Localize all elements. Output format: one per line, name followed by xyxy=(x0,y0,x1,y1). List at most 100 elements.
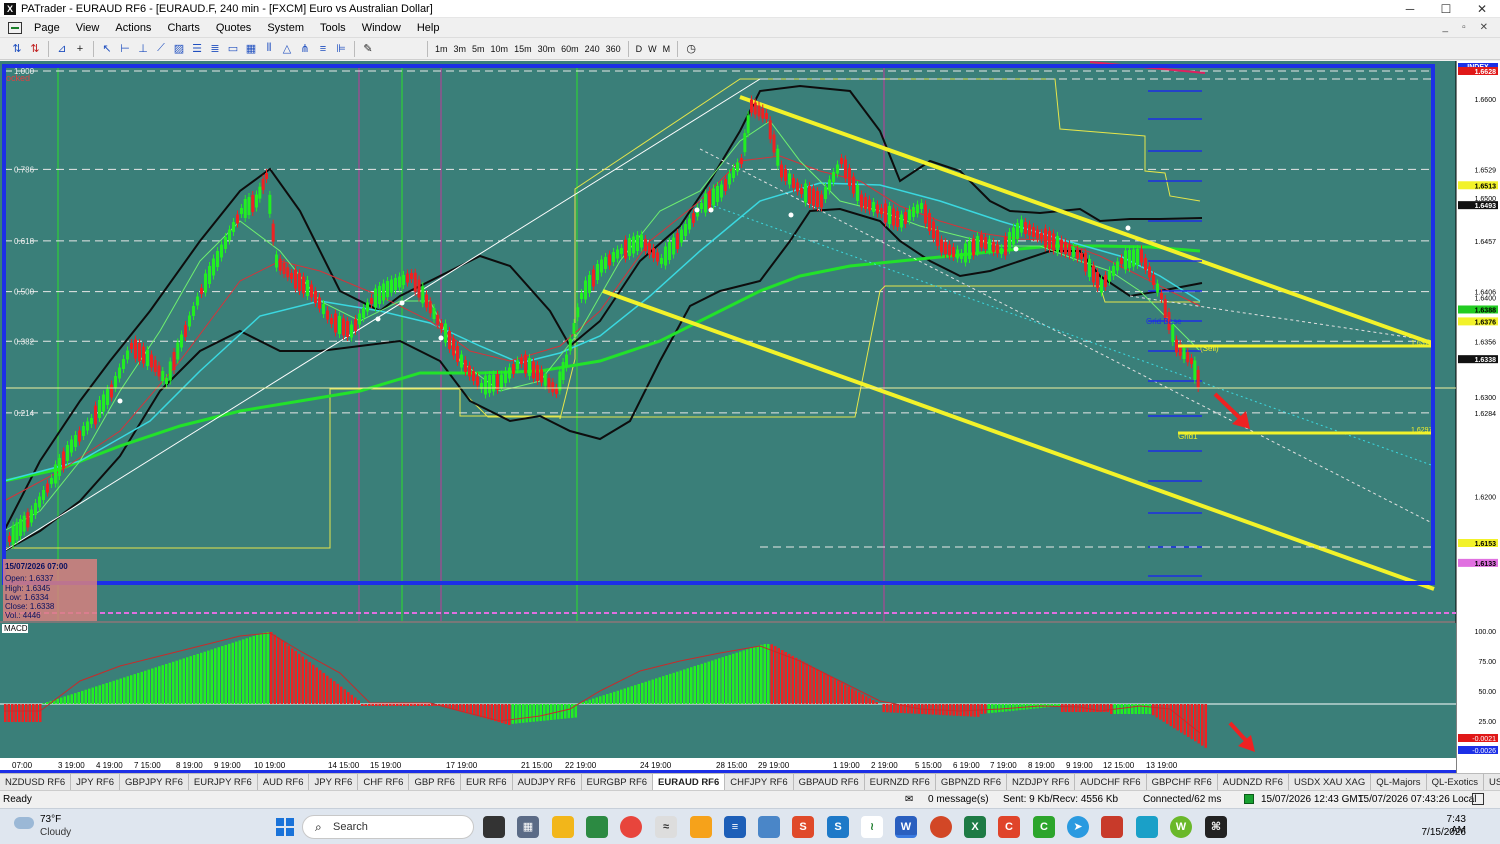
menu-view[interactable]: View xyxy=(68,22,108,34)
chart-tab[interactable]: JPY RF6 xyxy=(309,774,359,790)
maximize-button[interactable]: ☐ xyxy=(1428,2,1464,16)
chat-app-icon[interactable] xyxy=(690,816,712,838)
weather-temperature[interactable]: 73°F xyxy=(40,814,61,825)
chart-tab[interactable]: GBPAUD RF6 xyxy=(794,774,865,790)
cursor-icon[interactable]: ↖ xyxy=(99,41,115,57)
hline-icon[interactable]: ⊢ xyxy=(117,41,133,57)
start-icon[interactable] xyxy=(276,818,294,836)
excel-icon[interactable]: X xyxy=(964,816,986,838)
timeframe-60m[interactable]: 60m xyxy=(558,44,582,54)
chart-tab[interactable]: EURGBP RF6 xyxy=(582,774,654,790)
levels-icon[interactable]: ⊫ xyxy=(333,41,349,57)
chart-tab[interactable]: QL-Exotics xyxy=(1427,774,1485,790)
timeframe-3m[interactable]: 3m xyxy=(451,44,470,54)
minimize-button[interactable]: ─ xyxy=(1392,2,1428,16)
price-chart[interactable]: 1.0000.7860.6180.5000.3820.214 (Sell) Gr… xyxy=(0,61,1500,773)
timeframe-240[interactable]: 240 xyxy=(582,44,603,54)
rectangle-icon[interactable]: ▭ xyxy=(225,41,241,57)
trendline-icon[interactable]: ⟋ xyxy=(153,41,169,57)
timeframe-15m[interactable]: 15m xyxy=(511,44,535,54)
chart-tab[interactable]: USDX XAU XAG xyxy=(1289,774,1372,790)
mdi-close-button[interactable]: ✕ xyxy=(1480,22,1488,33)
timeframe-5m[interactable]: 5m xyxy=(469,44,488,54)
menu-window[interactable]: Window xyxy=(354,22,409,34)
chart-tab[interactable]: EUR RF6 xyxy=(461,774,513,790)
clock-date[interactable]: 7/15/2026 xyxy=(1418,827,1467,838)
red-app-icon[interactable] xyxy=(930,816,952,838)
chart-tab[interactable]: CHFJPY RF6 xyxy=(725,774,794,790)
chart-tab[interactable]: GBPJPY RF6 xyxy=(120,774,189,790)
menu-tools[interactable]: Tools xyxy=(312,22,354,34)
timeframe-weekly[interactable]: W xyxy=(645,44,660,54)
s-blue-app-icon[interactable]: S xyxy=(827,816,849,838)
macd-pane[interactable]: MACD 100.00 75.00 50.00 25.00 -0.0021 -0.0026 xyxy=(0,623,1498,758)
menu-quotes[interactable]: Quotes xyxy=(208,22,259,34)
chart-tab[interactable]: EURJPY RF6 xyxy=(189,774,258,790)
mdi-minimize-button[interactable]: _ xyxy=(1443,22,1449,33)
chart-tab[interactable]: USDX RF xyxy=(1484,774,1500,790)
grid-icon[interactable]: ▦ xyxy=(243,41,259,57)
mdi-restore-button[interactable]: ▫ xyxy=(1462,22,1466,33)
fib-fan-icon[interactable]: ≣ xyxy=(207,41,223,57)
buy-icon[interactable]: ⇅ xyxy=(9,41,25,57)
resize-grip-icon[interactable] xyxy=(1472,793,1484,805)
chart-icon[interactable]: ⊿ xyxy=(54,41,70,57)
text-tool-icon[interactable]: ≡ xyxy=(315,41,331,57)
timeframe-30m[interactable]: 30m xyxy=(535,44,559,54)
menu-charts[interactable]: Charts xyxy=(159,22,207,34)
clock-icon[interactable]: ◷ xyxy=(683,41,699,57)
word-icon[interactable]: W xyxy=(895,816,917,838)
status-messages[interactable]: 0 message(s) xyxy=(928,794,989,805)
task-view-icon[interactable] xyxy=(483,816,505,838)
pitchfork-icon[interactable]: ⋔ xyxy=(297,41,313,57)
chart-tab[interactable]: NZDUSD RF6 xyxy=(0,774,72,790)
file-explorer-icon[interactable] xyxy=(552,816,574,838)
sell-icon[interactable]: ⇅ xyxy=(27,41,43,57)
menu-page[interactable]: Page xyxy=(26,22,68,34)
menu-system[interactable]: System xyxy=(259,22,312,34)
trading-app-icon[interactable]: ≈ xyxy=(655,816,677,838)
close-button[interactable]: ✕ xyxy=(1464,2,1500,16)
timeframe-360[interactable]: 360 xyxy=(603,44,624,54)
chart-tab[interactable]: CHF RF6 xyxy=(358,774,410,790)
chart-tab[interactable]: AUDJPY RF6 xyxy=(513,774,582,790)
s-app-icon[interactable]: S xyxy=(792,816,814,838)
chart-tab[interactable]: EURAUD RF6 xyxy=(653,774,726,790)
pencil-icon[interactable]: ✎ xyxy=(360,41,376,57)
menu-actions[interactable]: Actions xyxy=(107,22,159,34)
chart-tab[interactable]: AUD RF6 xyxy=(258,774,310,790)
chart-app-icon[interactable]: ≀ xyxy=(861,816,883,838)
chart-tab[interactable]: AUDNZD RF6 xyxy=(1218,774,1289,790)
crosshair-icon[interactable]: + xyxy=(72,41,88,57)
weather-description[interactable]: Cloudy xyxy=(40,827,71,838)
chart-tab[interactable]: JPY RF6 xyxy=(71,774,121,790)
channel-icon[interactable]: ▨ xyxy=(171,41,187,57)
chart-tab[interactable]: QL-Majors xyxy=(1371,774,1427,790)
triangle-icon[interactable]: △ xyxy=(279,41,295,57)
timeframe-1m[interactable]: 1m xyxy=(432,44,451,54)
vline-icon[interactable]: ⊥ xyxy=(135,41,151,57)
telegram-icon[interactable]: ➤ xyxy=(1067,816,1089,838)
c-green-app-icon[interactable]: C xyxy=(1033,816,1055,838)
chart-window[interactable]: 1.000 0.786 0.618 0.500 0.382 0.214 (Sel… xyxy=(0,61,1500,773)
chart-tab[interactable]: EURNZD RF6 xyxy=(865,774,936,790)
w-app-icon[interactable]: W xyxy=(1170,816,1192,838)
notes-icon[interactable]: ≡ xyxy=(724,816,746,838)
chart-tab[interactable]: AUDCHF RF6 xyxy=(1075,774,1147,790)
terminal-icon[interactable]: ⌘ xyxy=(1205,816,1227,838)
calculator-icon[interactable]: ▦ xyxy=(517,816,539,838)
chart-tab[interactable]: GBPNZD RF6 xyxy=(936,774,1008,790)
chrome-icon[interactable] xyxy=(620,816,642,838)
c-red-app-icon[interactable]: C xyxy=(998,816,1020,838)
timeframe-daily[interactable]: D xyxy=(633,44,646,54)
timeframe-10m[interactable]: 10m xyxy=(488,44,512,54)
chart-tab[interactable]: GBP RF6 xyxy=(409,774,461,790)
chart-tab[interactable]: GBPCHF RF6 xyxy=(1147,774,1218,790)
menu-help[interactable]: Help xyxy=(409,22,448,34)
app-icon[interactable] xyxy=(586,816,608,838)
mail-icon[interactable]: ✉ xyxy=(905,794,913,805)
globe-app-icon[interactable] xyxy=(1136,816,1158,838)
taskbar-search-input[interactable]: ⌕ Search xyxy=(302,815,474,839)
time-axis[interactable]: 07:00 3 19:00 4 19:00 7 15:00 8 19:00 9 19:00… xyxy=(12,761,1178,770)
chart-window-icon[interactable] xyxy=(8,21,22,34)
